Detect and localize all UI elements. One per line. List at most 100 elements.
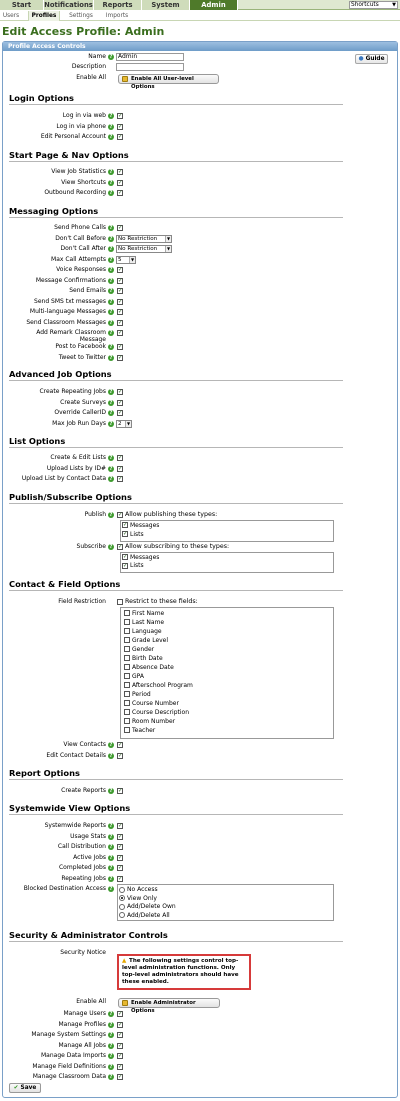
publish-messages-checkbox[interactable]: ✓ bbox=[122, 522, 128, 528]
tweet-to-twitter-checkbox[interactable]: ✓ bbox=[117, 354, 123, 361]
manage-all-jobs-checkbox[interactable]: ✓ bbox=[117, 1042, 123, 1049]
create-surveys-checkbox[interactable]: ✓ bbox=[117, 399, 123, 406]
send-sms-txt-messages-checkbox[interactable]: ✓ bbox=[117, 298, 123, 305]
create-repeating-jobs-label: Create Repeating Jobs bbox=[39, 388, 106, 395]
view-job-statistics-checkbox[interactable]: ✓ bbox=[117, 169, 123, 175]
create-edit-lists-checkbox[interactable]: ✓ bbox=[117, 455, 123, 461]
publish-checkbox[interactable]: ✓ bbox=[117, 512, 123, 518]
tab-system[interactable]: System bbox=[142, 0, 190, 10]
upload-list-by-contact-data-label: Upload List by Contact Data bbox=[21, 475, 106, 482]
name-input[interactable]: Admin bbox=[116, 53, 184, 61]
blocked-view-only-radio[interactable] bbox=[119, 895, 125, 901]
field-teacher-checkbox[interactable] bbox=[124, 727, 130, 733]
edit-contact-details-checkbox[interactable]: ✓ bbox=[117, 752, 123, 759]
manage-field-definitions-checkbox[interactable]: ✓ bbox=[117, 1063, 123, 1070]
field-birth-date-checkbox[interactable] bbox=[124, 655, 130, 661]
subscribe-lists-checkbox[interactable]: ✓ bbox=[122, 562, 128, 569]
outbound-recording-checkbox[interactable]: ✓ bbox=[117, 190, 123, 196]
blocked-add-delete-all-radio[interactable] bbox=[119, 912, 125, 918]
systemwide-reports-checkbox[interactable]: ✓ bbox=[117, 823, 123, 829]
field-absence-date-checkbox[interactable] bbox=[124, 664, 130, 670]
manage-system-settings-checkbox[interactable]: ✓ bbox=[117, 1032, 123, 1038]
max-call-attempts-select[interactable]: 5 ▼ bbox=[116, 255, 136, 264]
subscribe-checkbox[interactable]: ✓ bbox=[117, 544, 123, 550]
outbound-recording-label: Outbound Recording bbox=[44, 189, 106, 196]
field-first-name-checkbox[interactable] bbox=[124, 610, 130, 616]
publish-lists-checkbox[interactable]: ✓ bbox=[122, 531, 128, 537]
usage-stats-checkbox[interactable]: ✓ bbox=[117, 833, 123, 840]
active-jobs-checkbox[interactable]: ✓ bbox=[117, 854, 123, 861]
field-gpa-checkbox[interactable] bbox=[124, 673, 130, 679]
don-t-call-before-select[interactable]: No Restriction ▼ bbox=[116, 234, 172, 243]
guide-label: Guide bbox=[365, 56, 385, 62]
enable-user-options-button[interactable]: Enable All User-level Options bbox=[118, 74, 219, 90]
override-callerid-checkbox[interactable]: ✓ bbox=[117, 410, 123, 416]
guide-button[interactable]: ● Guide bbox=[355, 54, 388, 64]
message-confirmations-checkbox[interactable]: ✓ bbox=[117, 277, 123, 284]
field-gender-checkbox[interactable] bbox=[124, 646, 130, 652]
add-remark-classroom-message-checkbox[interactable]: ✓ bbox=[117, 330, 123, 336]
manage-classroom-data-checkbox[interactable]: ✓ bbox=[117, 1074, 123, 1080]
field-course-number-checkbox[interactable] bbox=[124, 700, 130, 706]
edit-personal-account-checkbox[interactable]: ✓ bbox=[117, 134, 123, 140]
help-icon: ? bbox=[108, 512, 114, 518]
view-shortcuts-label: View Shortcuts bbox=[61, 178, 106, 186]
subscribe-messages-checkbox[interactable]: ✓ bbox=[122, 554, 128, 560]
send-classroom-messages-checkbox[interactable]: ✓ bbox=[117, 319, 123, 326]
warning-icon: ▲ bbox=[122, 958, 127, 964]
log-in-via-phone-checkbox[interactable]: ✓ bbox=[117, 123, 123, 130]
don-t-call-after-select[interactable]: No Restriction ▼ bbox=[116, 245, 172, 253]
field-birth-date-label: Birth Date bbox=[132, 654, 163, 662]
enable-all-label: Enable All bbox=[76, 74, 106, 81]
systemwide-view-heading: Systemwide View Options bbox=[9, 803, 131, 813]
publish-subscribe-divider bbox=[9, 503, 343, 504]
completed-jobs-checkbox[interactable]: ✓ bbox=[117, 865, 123, 871]
advanced-job-heading: Advanced Job Options bbox=[9, 369, 112, 379]
don-t-call-before-label: Don't Call Before bbox=[55, 234, 106, 242]
voice-responses-checkbox[interactable]: ✓ bbox=[117, 267, 123, 273]
send-emails-checkbox[interactable]: ✓ bbox=[117, 288, 123, 294]
view-shortcuts-checkbox[interactable]: ✓ bbox=[117, 179, 123, 186]
shortcuts-select[interactable]: Shortcuts ▼ bbox=[349, 1, 398, 9]
manage-users-checkbox[interactable]: ✓ bbox=[117, 1011, 123, 1017]
subtab-profiles[interactable]: Profiles bbox=[28, 11, 60, 21]
field-grade-level-checkbox[interactable] bbox=[124, 637, 130, 643]
post-to-facebook-checkbox[interactable]: ✓ bbox=[117, 344, 123, 350]
field-room-number-checkbox[interactable] bbox=[124, 718, 130, 724]
enable-admin-options-button[interactable]: Enable Administrator Options bbox=[118, 998, 220, 1014]
field-last-name-checkbox[interactable] bbox=[124, 619, 130, 625]
subtab-users[interactable]: Users bbox=[0, 11, 22, 21]
help-icon: ? bbox=[108, 399, 114, 406]
manage-data-imports-checkbox[interactable]: ✓ bbox=[117, 1053, 123, 1059]
field-course-description-checkbox[interactable] bbox=[124, 709, 130, 715]
restrict-fields-checkbox[interactable] bbox=[117, 599, 123, 605]
max-job-run-days-select[interactable]: 2 ▼ bbox=[116, 419, 132, 428]
tab-start[interactable]: Start bbox=[0, 0, 44, 10]
log-in-via-web-checkbox[interactable]: ✓ bbox=[117, 113, 123, 119]
subtab-imports[interactable]: Imports bbox=[102, 11, 132, 21]
field-afterschool-program-checkbox[interactable] bbox=[124, 682, 130, 688]
description-input[interactable] bbox=[116, 63, 184, 71]
help-icon: ? bbox=[108, 476, 114, 482]
call-distribution-checkbox[interactable]: ✓ bbox=[117, 844, 123, 850]
manage-profiles-checkbox[interactable]: ✓ bbox=[117, 1021, 123, 1028]
subtab-settings[interactable]: Settings bbox=[64, 11, 98, 21]
send-phone-calls-checkbox[interactable]: ✓ bbox=[117, 225, 123, 231]
create-repeating-jobs-checkbox[interactable]: ✓ bbox=[117, 389, 123, 395]
create-reports-checkbox[interactable]: ✓ bbox=[117, 788, 123, 794]
max-job-run-days-value: 2 bbox=[118, 420, 122, 427]
tab-reports[interactable]: Reports bbox=[94, 0, 142, 10]
multi-language-messages-checkbox[interactable]: ✓ bbox=[117, 309, 123, 315]
tab-notifications[interactable]: Notifications bbox=[44, 0, 94, 10]
field-language-checkbox[interactable] bbox=[124, 628, 130, 634]
blocked-add-delete-own-radio[interactable] bbox=[119, 903, 125, 910]
blocked-add-delete-all-label: Add/Delete All bbox=[127, 911, 170, 919]
upload-list-by-contact-data-checkbox[interactable]: ✓ bbox=[117, 476, 123, 482]
upload-lists-by-id-checkbox[interactable]: ✓ bbox=[117, 465, 123, 472]
save-button[interactable]: ✔ Save bbox=[9, 1083, 41, 1093]
blocked-no-access-radio[interactable] bbox=[119, 886, 125, 893]
field-period-checkbox[interactable] bbox=[124, 691, 130, 697]
repeating-jobs-checkbox[interactable]: ✓ bbox=[117, 875, 123, 882]
tab-admin[interactable]: Admin bbox=[190, 0, 238, 10]
view-contacts-checkbox[interactable]: ✓ bbox=[117, 742, 123, 748]
